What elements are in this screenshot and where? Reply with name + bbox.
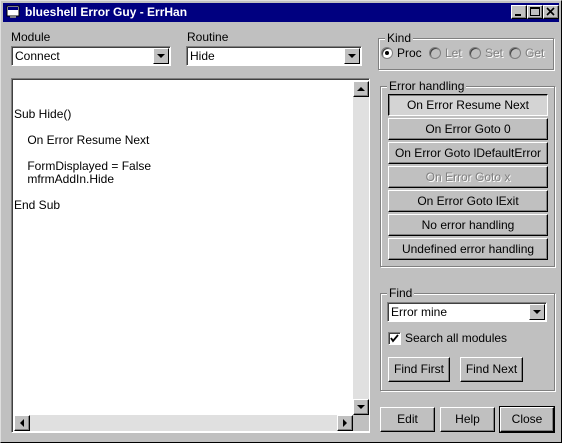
- find-next-button[interactable]: Find Next: [460, 357, 523, 382]
- module-value: Connect: [15, 49, 60, 63]
- radio-let-label: Let: [445, 46, 462, 60]
- chevron-down-icon: [348, 54, 356, 58]
- radio-set-label: Set: [485, 46, 504, 60]
- radio-proc-label: Proc: [397, 46, 422, 60]
- title-bar[interactable]: blueshell Error Guy - ErrHan: [3, 3, 559, 22]
- module-label: Module: [11, 30, 51, 44]
- search-all-modules-checkbox[interactable]: [388, 332, 401, 345]
- on-error-goto-x-button[interactable]: On Error Goto x: [388, 166, 548, 188]
- module-select[interactable]: Connect: [11, 46, 171, 66]
- main-window: blueshell Error Guy - ErrHan Module Conn…: [0, 0, 562, 443]
- code-line: FormDisplayed = False: [14, 159, 152, 173]
- arrow-right-icon: [343, 419, 347, 427]
- radio-dot: [509, 47, 521, 59]
- scroll-left-button[interactable]: [14, 415, 30, 431]
- scroll-down-button[interactable]: [353, 399, 369, 415]
- radio-get-label: Get: [525, 46, 545, 60]
- arrow-up-icon: [357, 87, 365, 91]
- code-editor[interactable]: Sub Hide() On Error Resume Next FormDisp…: [11, 78, 370, 433]
- undefined-error-handling-button[interactable]: Undefined error handling: [388, 238, 548, 260]
- module-dropdown-button[interactable]: [153, 48, 169, 64]
- code-line: mfrmAddIn.Hide: [14, 172, 115, 186]
- radio-dot: [429, 47, 441, 59]
- minimize-icon: [515, 14, 521, 16]
- window-title: blueshell Error Guy - ErrHan: [25, 5, 188, 19]
- checkmark-icon: [390, 334, 399, 343]
- radio-dot: [381, 47, 393, 59]
- close-icon: [546, 7, 555, 16]
- chevron-down-icon: [157, 54, 165, 58]
- search-all-modules-label: Search all modules: [405, 331, 508, 345]
- on-error-resume-next-button[interactable]: On Error Resume Next: [388, 94, 548, 116]
- routine-value: Hide: [190, 49, 215, 63]
- routine-select[interactable]: Hide: [186, 46, 362, 66]
- scrollbar-corner: [353, 415, 369, 431]
- horizontal-scrollbar[interactable]: [14, 415, 353, 431]
- find-first-button[interactable]: Find First: [388, 357, 450, 382]
- arrow-left-icon: [20, 419, 24, 427]
- close-window-button[interactable]: [543, 5, 559, 19]
- chevron-down-icon: [533, 310, 541, 314]
- no-error-handling-button[interactable]: No error handling: [388, 214, 548, 236]
- on-error-goto-exit-button[interactable]: On Error Goto lExit: [388, 190, 548, 212]
- maximize-button[interactable]: [527, 5, 543, 19]
- help-button[interactable]: Help: [440, 407, 495, 432]
- find-value: Error mine: [391, 305, 448, 319]
- radio-dot: [469, 47, 481, 59]
- maximize-icon: [530, 7, 540, 16]
- find-select[interactable]: Error mine: [387, 302, 547, 322]
- on-error-goto-0-button[interactable]: On Error Goto 0: [388, 118, 548, 140]
- app-icon: [6, 5, 20, 18]
- routine-label: Routine: [187, 30, 229, 44]
- code-line: Sub Hide(): [14, 107, 72, 121]
- on-error-goto-default-error-button[interactable]: On Error Goto lDefaultError: [388, 142, 548, 164]
- error-handling-group-title: Error handling: [387, 79, 467, 93]
- find-dropdown-button[interactable]: [529, 304, 545, 320]
- code-line: On Error Resume Next: [14, 133, 150, 147]
- close-button[interactable]: Close: [499, 406, 555, 433]
- minimize-button[interactable]: [511, 5, 527, 19]
- code-line: End Sub: [14, 198, 61, 212]
- routine-dropdown-button[interactable]: [344, 48, 360, 64]
- kind-group-title: Kind: [385, 31, 414, 45]
- scroll-right-button[interactable]: [337, 415, 353, 431]
- vertical-scrollbar[interactable]: [353, 81, 369, 415]
- edit-button[interactable]: Edit: [380, 407, 435, 432]
- find-group-title: Find: [387, 286, 415, 300]
- scroll-up-button[interactable]: [353, 81, 369, 97]
- arrow-down-icon: [357, 405, 365, 409]
